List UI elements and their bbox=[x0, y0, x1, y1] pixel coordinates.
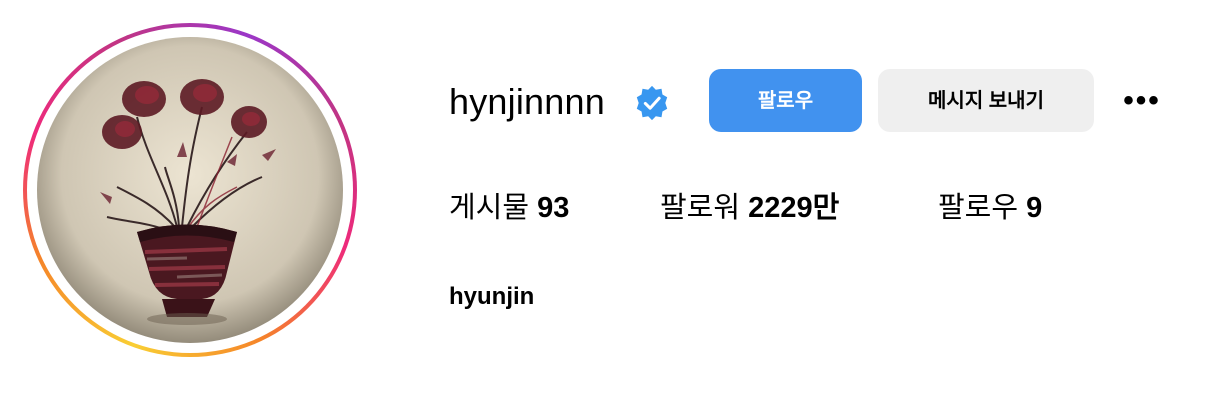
stat-followers-count: 2229만 bbox=[748, 192, 840, 224]
verified-badge-icon bbox=[633, 84, 671, 122]
stat-followers-label: 팔로워 bbox=[660, 192, 741, 224]
more-options-icon[interactable]: ••• bbox=[1116, 84, 1168, 118]
stat-followers[interactable]: 팔로워 2229만 bbox=[660, 190, 839, 226]
message-button[interactable]: 메시지 보내기 bbox=[878, 69, 1094, 132]
avatar-image bbox=[37, 37, 343, 343]
stat-following-count: 9 bbox=[1026, 192, 1043, 224]
stat-following-label: 팔로우 bbox=[938, 192, 1019, 224]
stat-following[interactable]: 팔로우 9 bbox=[938, 190, 1042, 226]
profile-full-name: hyunjin bbox=[449, 283, 535, 310]
stat-posts-label: 게시물 bbox=[449, 192, 530, 224]
stat-posts-count: 93 bbox=[537, 192, 570, 224]
stat-posts: 게시물 93 bbox=[449, 190, 569, 226]
profile-avatar-ring[interactable] bbox=[23, 23, 357, 357]
profile-username: hynjinnnn bbox=[449, 81, 605, 122]
avatar[interactable] bbox=[37, 37, 343, 343]
follow-button[interactable]: 팔로우 bbox=[709, 69, 862, 132]
